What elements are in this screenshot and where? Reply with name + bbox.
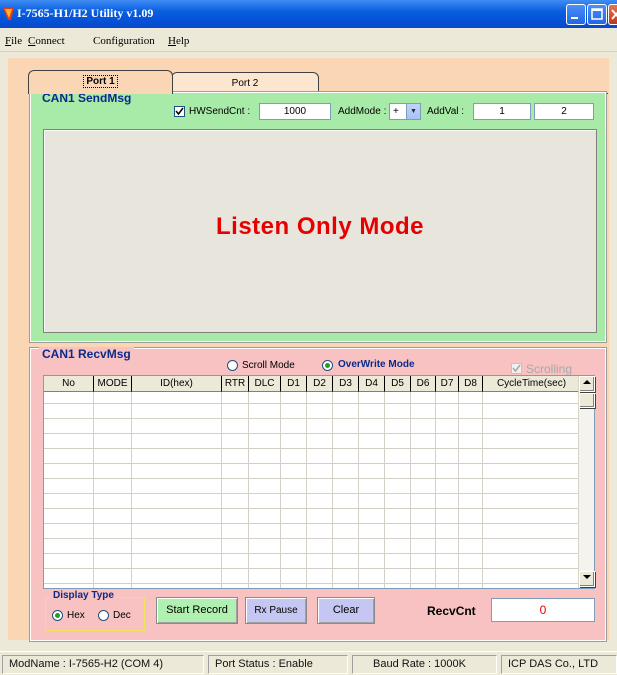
scrolling-label: Scrolling bbox=[526, 362, 573, 376]
overwrite-mode-radio[interactable] bbox=[322, 360, 333, 371]
table-grid bbox=[44, 392, 580, 588]
dec-label: Dec bbox=[113, 610, 131, 621]
status-mod-name: ModName : I-7565-H2 (COM 4) bbox=[2, 655, 204, 674]
tab-port-2-label: Port 2 bbox=[231, 78, 259, 89]
menu-help-accel: H bbox=[168, 35, 176, 47]
column-header[interactable]: MODE bbox=[94, 376, 132, 392]
send-message-area: Listen Only Mode bbox=[43, 129, 597, 333]
scroll-up-button[interactable] bbox=[579, 376, 595, 392]
add-val-label: AddVal : bbox=[427, 106, 465, 117]
minimize-icon bbox=[571, 17, 578, 19]
checkmark-icon bbox=[512, 364, 521, 373]
hw-send-cnt-label: HWSendCnt : bbox=[189, 106, 251, 117]
status-port-status: Port Status : Enable bbox=[208, 655, 348, 674]
scroll-mode-label: Scroll Mode bbox=[242, 360, 295, 371]
menu-configuration[interactable]: Configuration bbox=[93, 35, 155, 47]
menu-configuration-label: Configuration bbox=[93, 35, 155, 47]
column-header[interactable]: D1 bbox=[281, 376, 307, 392]
status-bar: ModName : I-7565-H2 (COM 4) Port Status … bbox=[0, 651, 617, 675]
column-header[interactable]: DLC bbox=[249, 376, 281, 392]
send-msg-group: CAN1 SendMsg HWSendCnt : 1000 AddMode : … bbox=[29, 91, 607, 343]
scroll-thumb[interactable] bbox=[579, 393, 595, 408]
close-icon bbox=[611, 9, 617, 20]
window-title: I-7565-H1/H2 Utility v1.09 bbox=[17, 6, 154, 20]
table-header: No MODE ID(hex) RTR DLC D1 D2 D3 D4 D5 D… bbox=[44, 376, 580, 392]
hw-send-cnt-checkbox[interactable] bbox=[174, 106, 185, 117]
hex-radio[interactable] bbox=[52, 610, 63, 621]
scroll-down-button[interactable] bbox=[579, 571, 595, 587]
minimize-button[interactable] bbox=[566, 4, 586, 25]
display-type-group: Display Type Hex Dec bbox=[45, 590, 145, 631]
column-header[interactable]: RTR bbox=[222, 376, 249, 392]
scroll-mode-radio[interactable] bbox=[227, 360, 238, 371]
column-header[interactable]: D8 bbox=[459, 376, 483, 392]
recv-group-title: CAN1 RecvMsg bbox=[39, 347, 134, 361]
rx-pause-button[interactable]: Rx Pause bbox=[245, 597, 307, 624]
hex-label: Hex bbox=[67, 610, 85, 621]
hw-send-cnt-input[interactable]: 1000 bbox=[259, 103, 331, 120]
menu-file[interactable]: File bbox=[5, 35, 22, 47]
dec-radio[interactable] bbox=[98, 610, 109, 621]
status-baud-rate: Baud Rate : 1000K bbox=[352, 655, 497, 674]
column-header[interactable]: D3 bbox=[333, 376, 359, 392]
overwrite-mode-label: OverWrite Mode bbox=[338, 359, 415, 370]
menu-connect-rest: onnect bbox=[35, 35, 65, 47]
column-header[interactable]: D4 bbox=[359, 376, 385, 392]
close-button[interactable] bbox=[608, 4, 617, 25]
menu-help[interactable]: Help bbox=[168, 35, 189, 47]
tab-port-1[interactable]: Port 1 bbox=[28, 70, 173, 94]
add-mode-label: AddMode : bbox=[338, 106, 387, 117]
add-mode-value: + bbox=[393, 106, 399, 117]
scrolling-checkbox[interactable] bbox=[511, 363, 522, 374]
recv-cnt-value: 0 bbox=[491, 598, 595, 622]
menu-file-rest: ile bbox=[11, 35, 23, 47]
column-header[interactable]: CycleTime(sec) bbox=[483, 376, 580, 392]
recv-cnt-label: RecvCnt bbox=[427, 604, 476, 618]
status-company: ICP DAS Co., LTD bbox=[501, 655, 617, 674]
table-scrollbar[interactable] bbox=[578, 376, 595, 588]
tab-port-1-label: Port 1 bbox=[83, 75, 118, 88]
add-val-1-input[interactable]: 1 bbox=[473, 103, 531, 120]
column-header[interactable]: D5 bbox=[385, 376, 411, 392]
display-type-title: Display Type bbox=[52, 590, 115, 601]
tab-port-2[interactable]: Port 2 bbox=[171, 72, 319, 94]
maximize-icon bbox=[591, 8, 603, 20]
menu-connect[interactable]: Connect bbox=[28, 35, 65, 47]
add-val-2-input[interactable]: 2 bbox=[534, 103, 594, 120]
column-header[interactable]: D7 bbox=[436, 376, 459, 392]
mode-message: Listen Only Mode bbox=[215, 213, 424, 240]
column-header[interactable]: ID(hex) bbox=[132, 376, 222, 392]
checkmark-icon bbox=[175, 107, 184, 116]
chevron-down-icon[interactable]: ▼ bbox=[406, 104, 420, 119]
maximize-button[interactable] bbox=[587, 4, 607, 25]
arrow-up-icon bbox=[583, 380, 591, 384]
clear-button[interactable]: Clear bbox=[317, 597, 375, 624]
column-header[interactable]: D6 bbox=[411, 376, 436, 392]
title-bar[interactable]: I-7565-H1/H2 Utility v1.09 bbox=[0, 0, 617, 28]
arrow-down-icon bbox=[583, 575, 591, 579]
add-mode-select[interactable]: + ▼ bbox=[389, 103, 421, 120]
recv-table[interactable]: No MODE ID(hex) RTR DLC D1 D2 D3 D4 D5 D… bbox=[43, 375, 595, 589]
menu-bar: File Connect Configuration Help bbox=[0, 28, 617, 52]
column-header[interactable]: No bbox=[44, 376, 94, 392]
column-header[interactable]: D2 bbox=[307, 376, 333, 392]
start-record-button[interactable]: Start Record bbox=[156, 597, 238, 624]
menu-help-rest: elp bbox=[175, 35, 190, 47]
recv-msg-group: CAN1 RecvMsg Scroll Mode OverWrite Mode … bbox=[29, 347, 607, 642]
app-icon bbox=[3, 8, 14, 20]
